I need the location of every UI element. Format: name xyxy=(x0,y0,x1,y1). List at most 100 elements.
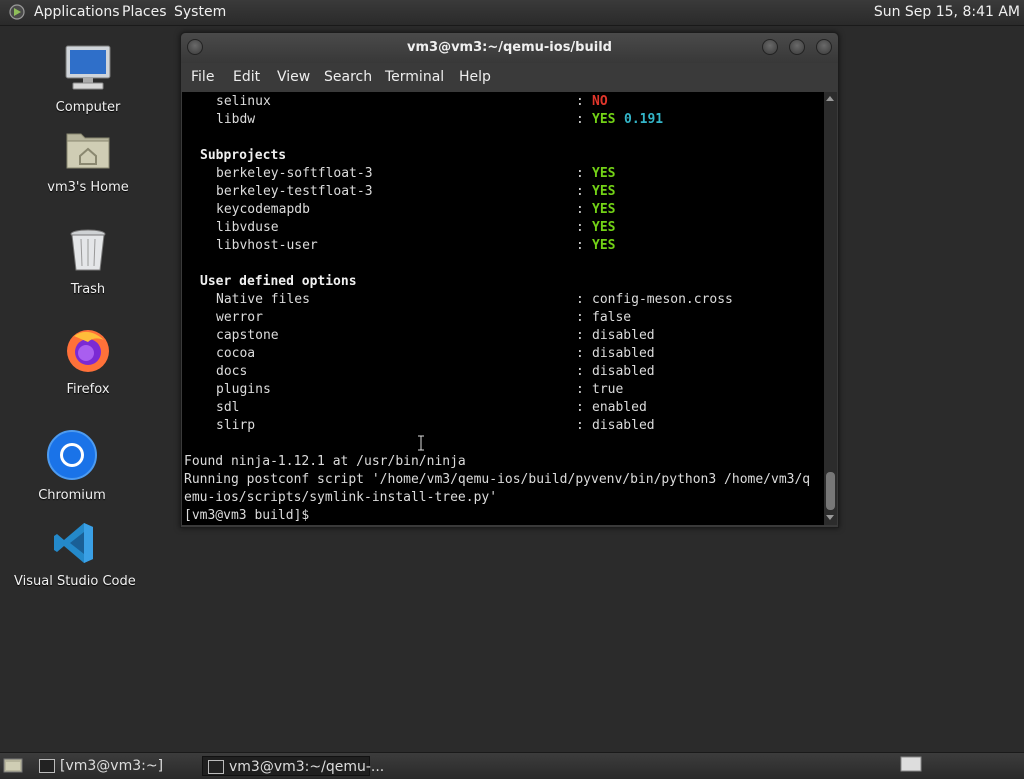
terminal-scrollbar[interactable] xyxy=(824,92,837,525)
desktop-icon-computer[interactable]: Computer xyxy=(28,44,148,115)
desktop-icon-label: Trash xyxy=(70,282,106,297)
window-title: vm3@vm3:~/qemu-ios/build xyxy=(407,40,612,55)
config-key: selinux xyxy=(216,94,271,109)
close-button[interactable] xyxy=(816,39,832,55)
applications-menu[interactable]: Applications xyxy=(34,4,120,20)
home-folder-icon xyxy=(66,133,110,169)
maximize-button[interactable] xyxy=(789,39,805,55)
option-key: capstone xyxy=(216,328,279,343)
taskbar-item-label: vm3@vm3:~/qemu-... xyxy=(229,759,385,775)
option-value: disabled xyxy=(592,346,655,361)
subproject-key: keycodemapdb xyxy=(216,202,310,217)
shell-prompt[interactable]: [vm3@vm3 build]$ xyxy=(184,507,317,525)
config-key: libdw xyxy=(216,112,256,127)
taskbar-item-label: [vm3@vm3:~] xyxy=(60,758,164,774)
menu-terminal[interactable]: Terminal xyxy=(385,69,444,85)
config-version: 0.191 xyxy=(624,112,664,127)
separator: : xyxy=(576,328,584,343)
computer-icon xyxy=(65,45,111,90)
taskbar-item[interactable]: [vm3@vm3:~] xyxy=(34,756,194,776)
workspace-switcher-icon[interactable] xyxy=(900,756,922,774)
option-key: sdl xyxy=(216,400,240,415)
desktop-icon-label: Visual Studio Code xyxy=(14,574,136,589)
option-key: Native files xyxy=(216,292,310,307)
terminal-window[interactable]: vm3@vm3:~/qemu-ios/build File Edit View … xyxy=(180,32,839,528)
option-key: slirp xyxy=(216,418,256,433)
menu-search[interactable]: Search xyxy=(324,69,372,85)
separator: : xyxy=(576,400,584,415)
separator: : xyxy=(576,166,584,181)
subproject-value: YES xyxy=(592,184,616,199)
subproject-value: YES xyxy=(592,238,616,253)
separator: : xyxy=(576,94,584,109)
desktop-icon-chromium[interactable]: Chromium xyxy=(12,430,132,503)
desktop-icon-home[interactable]: vm3's Home xyxy=(28,126,148,195)
minimize-button[interactable] xyxy=(762,39,778,55)
chromium-icon xyxy=(47,430,97,480)
menu-edit[interactable]: Edit xyxy=(233,69,260,85)
separator: : xyxy=(576,418,584,433)
terminal-icon xyxy=(208,760,224,774)
option-key: docs xyxy=(216,364,248,379)
terminal-output[interactable]: selinux : NO libdw : YES 0.191 Subprojec… xyxy=(182,92,824,525)
window-menubar: File Edit View Search Terminal Help xyxy=(181,63,838,91)
subproject-value: YES xyxy=(592,166,616,181)
output-line: Running postconf script '/home/vm3/qemu-… xyxy=(184,472,811,487)
separator: : xyxy=(576,220,584,235)
firefox-icon xyxy=(67,330,109,372)
separator: : xyxy=(576,346,584,361)
config-value-yes: YES xyxy=(592,112,616,127)
show-desktop-icon[interactable] xyxy=(3,757,23,774)
subproject-key: berkeley-softfloat-3 xyxy=(216,166,373,181)
option-value: enabled xyxy=(592,400,647,415)
desktop-icon-trash[interactable]: Trash xyxy=(28,226,148,297)
option-key: plugins xyxy=(216,382,271,397)
desktop-icon-vscode[interactable]: Visual Studio Code xyxy=(14,520,136,589)
menu-help[interactable]: Help xyxy=(459,69,491,85)
subproject-key: berkeley-testfloat-3 xyxy=(216,184,373,199)
separator: : xyxy=(576,382,584,397)
menu-file[interactable]: File xyxy=(191,69,214,85)
ibeam-cursor-icon xyxy=(418,435,424,451)
option-value: false xyxy=(592,310,632,325)
desktop-icon-label: Chromium xyxy=(38,488,106,503)
taskbar-item-active[interactable]: vm3@vm3:~/qemu-... xyxy=(202,756,384,776)
separator: : xyxy=(576,202,584,217)
subproject-key: libvhost-user xyxy=(216,238,318,253)
desktop-icon-firefox[interactable]: Firefox xyxy=(28,326,148,397)
option-value: disabled xyxy=(592,328,655,343)
separator: : xyxy=(576,112,584,127)
config-value-no: NO xyxy=(592,94,608,109)
option-value: true xyxy=(592,382,624,397)
subproject-value: YES xyxy=(592,220,616,235)
separator: : xyxy=(576,184,584,199)
scroll-thumb[interactable] xyxy=(826,472,835,510)
panel-clock[interactable]: Sun Sep 15, 8:41 AM xyxy=(874,4,1020,20)
applications-logo-icon[interactable] xyxy=(9,4,25,20)
terminal-icon xyxy=(39,759,55,773)
option-value: config-meson.cross xyxy=(592,292,733,307)
system-menu[interactable]: System xyxy=(174,4,226,20)
option-value: disabled xyxy=(592,418,655,433)
option-key: cocoa xyxy=(216,346,256,361)
section-header-options: User defined options xyxy=(200,274,357,289)
subproject-value: YES xyxy=(592,202,616,217)
section-header-subprojects: Subprojects xyxy=(200,148,287,163)
window-titlebar[interactable]: vm3@vm3:~/qemu-ios/build xyxy=(181,33,838,63)
option-key: werror xyxy=(216,310,263,325)
desktop-icon-label: Computer xyxy=(55,100,121,115)
top-panel: Applications Places System Sun Sep 15, 8… xyxy=(0,0,1024,26)
separator: : xyxy=(576,292,584,307)
scroll-up-icon[interactable] xyxy=(826,96,834,101)
separator: : xyxy=(576,310,584,325)
output-line: Found ninja-1.12.1 at /usr/bin/ninja xyxy=(184,454,466,469)
scroll-down-icon[interactable] xyxy=(826,515,834,520)
separator: : xyxy=(576,238,584,253)
output-line: emu-ios/scripts/symlink-install-tree.py' xyxy=(184,490,498,505)
menu-view[interactable]: View xyxy=(277,69,310,85)
places-menu[interactable]: Places xyxy=(122,4,167,20)
desktop-icon-label: Firefox xyxy=(66,382,110,397)
separator: : xyxy=(576,364,584,379)
subproject-key: libvduse xyxy=(216,220,279,235)
bottom-taskbar: [vm3@vm3:~] vm3@vm3:~/qemu-... xyxy=(0,752,1024,779)
